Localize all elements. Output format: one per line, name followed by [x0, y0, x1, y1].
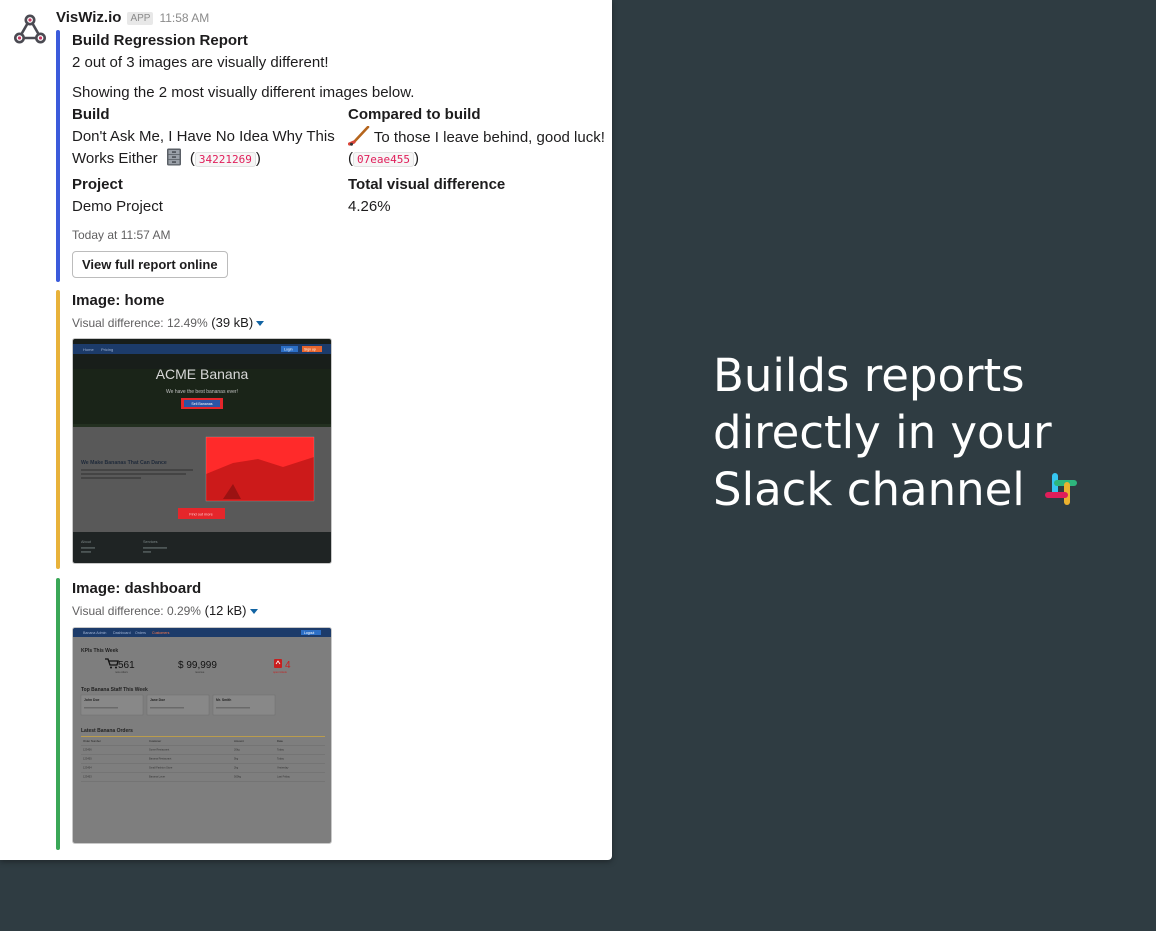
dash-order-header: Amount [234, 739, 244, 743]
dash-order-header: Order Number [83, 739, 101, 743]
dash-orders-title: Latest Banana Orders [81, 728, 133, 734]
dashboard-screenshot-thumbnail[interactable]: Banana Admin Dashboard Orders Customers … [72, 627, 332, 844]
webhook-icon[interactable] [12, 12, 48, 48]
compared-hash-line: (07eae455) [348, 150, 419, 167]
dash-order-cell: 123455 [83, 757, 92, 761]
app-name[interactable]: VisWiz.io [56, 9, 121, 26]
dash-order-cell: 123454 [83, 766, 92, 770]
dashboard-attachment-bar [56, 578, 60, 850]
dash-order-cell: 500kg [234, 775, 242, 779]
home-diff-text: Visual difference: 12.49% [72, 316, 208, 330]
home-nav-item: Home [83, 347, 94, 352]
dash-staff-name: John Doe [84, 698, 100, 702]
dash-kpi-label: open tickets [273, 670, 288, 674]
dash-order-cell: Small Fashion Store [149, 766, 173, 770]
hockey-stick-icon [347, 125, 370, 146]
dash-order-header: Customer [149, 739, 161, 743]
headline-line: Builds reports [713, 349, 1025, 402]
dash-order-cell: Some Restaurant [149, 748, 169, 752]
dash-nav-item: Dashboard [113, 631, 131, 635]
home-image-meta: Visual difference: 12.49% (39 kB) [72, 313, 265, 333]
compared-name: To those I leave behind, good luck! [347, 125, 605, 149]
home-nav-item: Pricing [101, 347, 113, 352]
dash-kpi-value: 4 [285, 660, 291, 671]
dash-order-cell: Today [277, 748, 285, 752]
message-time[interactable]: 11:58 AM [159, 11, 209, 25]
dash-staff-name: Mr. Smith [216, 698, 231, 702]
home-section-button: Find out more [189, 513, 212, 517]
compared-name-text: To those I leave behind, good luck! [373, 129, 605, 146]
dash-order-cell: Yesterday [277, 766, 289, 770]
total-diff-value: 4.26% [348, 198, 391, 215]
app-badge: APP [127, 12, 154, 25]
dashboard-image-meta: Visual difference: 0.29% (12 kB) [72, 601, 258, 621]
dash-nav-item: Orders [135, 631, 146, 635]
dash-kpi-value: 561 [118, 660, 135, 671]
dash-order-cell: 2kg [234, 766, 239, 770]
view-report-button[interactable]: View full report online [72, 251, 228, 278]
dash-order-cell: 5kg [234, 757, 239, 761]
home-image-title: Image: home [72, 292, 165, 309]
dashboard-image-title: Image: dashboard [72, 580, 202, 597]
headline-line: Slack channel [713, 463, 1025, 516]
dash-order-cell: Banana Restaurant [149, 757, 172, 761]
home-size-text: (39 kB) [211, 315, 254, 330]
home-screenshot-thumbnail[interactable]: Home Pricing Login Sign up ACME Banana W… [72, 338, 332, 564]
dash-order-cell: 123456 [83, 748, 92, 752]
home-nav-button: Sign up [304, 348, 316, 352]
headline-line-3: Slack channel [713, 461, 1133, 518]
build-label: Build [72, 106, 110, 123]
report-attachment-bar [56, 30, 60, 282]
headline-line: directly in your [713, 406, 1052, 459]
caret-down-icon [249, 609, 258, 615]
report-showing-text: Showing the 2 most visually different im… [72, 84, 415, 101]
home-footer-col: Services [143, 540, 158, 544]
home-size-toggle[interactable]: (39 kB) [211, 315, 265, 330]
home-footer-col: About [81, 540, 92, 544]
dash-nav-button: Logout [304, 631, 314, 635]
dash-kpi-title: KPIs This Week [81, 648, 118, 654]
message-header: VisWiz.io APP 11:58 AM [56, 9, 209, 29]
home-nav-button: Login [284, 348, 293, 352]
dashboard-diff-text: Visual difference: 0.29% [72, 604, 201, 618]
dash-kpi-label: revenue [195, 670, 205, 674]
dash-order-cell: Last Friday [277, 775, 291, 779]
dash-staff-name: Jane Doe [150, 698, 165, 702]
dash-order-cell: 20kg [234, 748, 240, 752]
home-hero-title: ACME Banana [156, 366, 249, 382]
home-section-title: We Make Bananas That Can Dance [81, 460, 167, 466]
compared-hash[interactable]: 07eae455 [353, 152, 414, 167]
dashboard-size-text: (12 kB) [204, 603, 247, 618]
build-name-line1: Don't Ask Me, I Have No Idea Why This [72, 128, 335, 145]
build-hash[interactable]: 34221269 [194, 152, 256, 167]
home-attachment-bar [56, 290, 60, 569]
dash-nav-item: Banana Admin [83, 631, 106, 635]
dash-kpi-value: $ 99,999 [178, 660, 217, 671]
total-diff-label: Total visual difference [348, 176, 506, 193]
dash-kpi-label: new orders [115, 670, 129, 674]
build-name-line2-text: Works Either [72, 150, 158, 167]
dash-order-cell: 123453 [83, 775, 92, 779]
slack-logo [1045, 473, 1078, 505]
dash-nav-item: Customers [152, 631, 170, 635]
build-name-line2: Works Either (34221269) [72, 148, 261, 167]
home-hero-subtitle: We have the best bananas ever! [166, 389, 238, 395]
project-value: Demo Project [72, 198, 163, 215]
file-cabinet-icon [166, 148, 181, 166]
dashboard-size-toggle[interactable]: (12 kB) [205, 603, 258, 618]
promo-headline: Builds reports directly in your Slack ch… [713, 347, 1133, 518]
caret-down-icon [256, 321, 265, 327]
home-hero-button: Sell Bananas [191, 402, 212, 406]
report-title: Build Regression Report [72, 32, 248, 49]
report-footer-time: Today at 11:57 AM [72, 228, 171, 242]
dash-order-cell: Today [277, 757, 285, 761]
slack-message-card: VisWiz.io APP 11:58 AM Build Regression … [0, 0, 612, 860]
report-summary: 2 out of 3 images are visually different… [72, 54, 329, 71]
dash-order-cell: Banana Lover [149, 775, 165, 779]
dash-staff-title: Top Banana Staff This Week [81, 687, 148, 693]
dash-order-header: Date [277, 739, 283, 743]
compared-label: Compared to build [348, 106, 481, 123]
project-label: Project [72, 176, 123, 193]
